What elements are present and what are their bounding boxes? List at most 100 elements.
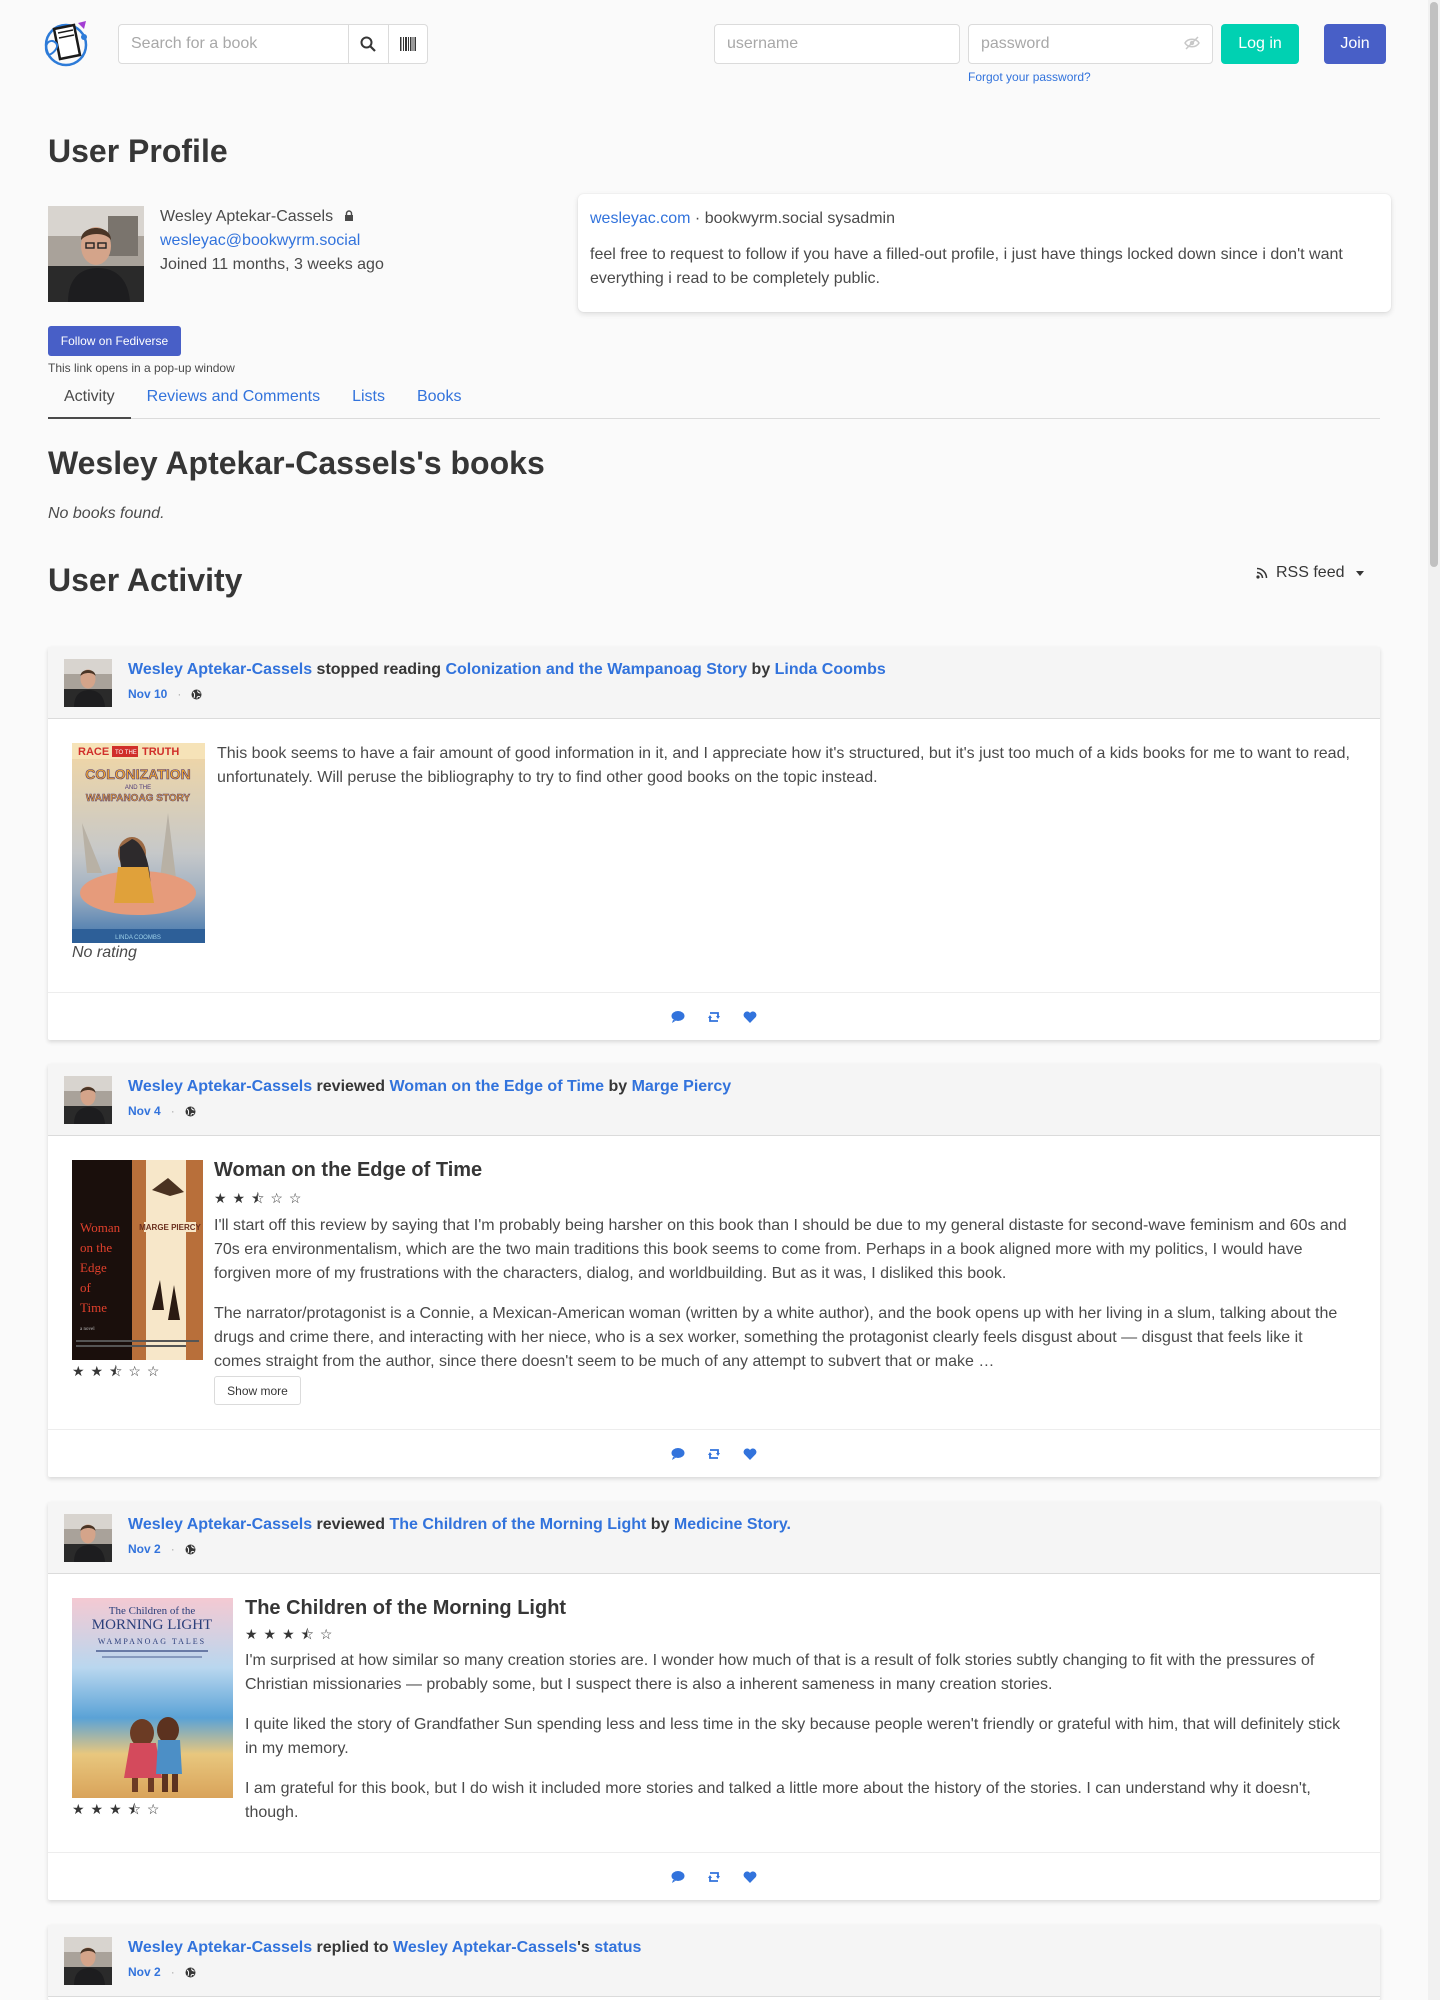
boost-icon[interactable] xyxy=(707,1011,721,1023)
status-user-link[interactable]: Wesley Aptekar-Cassels xyxy=(128,661,312,678)
cover-title-word: Woman xyxy=(80,1220,121,1235)
status-card: Wesley Aptekar-Cassels replied to Wesley… xyxy=(48,1925,1380,2000)
page-scrollbar-thumb[interactable] xyxy=(1430,2,1438,567)
status-user-link[interactable]: Wesley Aptekar-Cassels xyxy=(128,1516,312,1533)
status-verb: replied to xyxy=(312,1939,394,1956)
review-paragraph: I'm surprised at how similar so many cre… xyxy=(245,1652,1315,1693)
status-author-link[interactable]: Marge Piercy xyxy=(632,1078,732,1095)
tab-reviews-and-comments[interactable]: Reviews and Comments xyxy=(131,379,336,419)
user-joined-date: Joined 11 months, 3 weeks ago xyxy=(160,256,384,273)
page-scrollbar[interactable] xyxy=(1428,0,1440,2000)
password-field[interactable] xyxy=(968,24,1213,64)
status-summary: Wesley Aptekar-Cassels stopped reading C… xyxy=(128,661,886,679)
book-search-input[interactable] xyxy=(118,24,349,64)
globe-icon xyxy=(185,1544,196,1554)
status-header: Wesley Aptekar-Cassels reviewed Woman on… xyxy=(48,1064,1380,1136)
show-more-button[interactable]: Show more xyxy=(214,1376,301,1405)
search-icon xyxy=(360,36,377,52)
status-card: Wesley Aptekar-Cassels reviewed The Chil… xyxy=(48,1502,1380,1900)
status-meta: Nov 2 · xyxy=(128,1542,196,1556)
cover-title-word: Edge xyxy=(80,1260,107,1275)
status-user-link[interactable]: Wesley Aptekar-Cassels xyxy=(128,1939,312,1956)
reply-icon[interactable] xyxy=(671,1447,685,1460)
review-paragraph: I quite liked the story of Grandfather S… xyxy=(245,1716,1341,1757)
globe-icon xyxy=(185,1967,196,1977)
reply-icon[interactable] xyxy=(671,1010,685,1023)
status-verb: stopped reading xyxy=(312,661,446,678)
star-rating: ★★★⯪☆ xyxy=(72,1801,166,1817)
avatar[interactable] xyxy=(64,659,112,707)
heart-icon[interactable] xyxy=(743,1010,757,1023)
book-cover-woman-on-the-edge-of-time[interactable]: MARGE PIERCY Woman on the Edge of Time a… xyxy=(72,1160,203,1360)
status-date-link[interactable]: Nov 2 xyxy=(128,1542,161,1556)
username-field[interactable] xyxy=(714,24,960,64)
status-actions xyxy=(48,992,1380,1040)
barcode-scan-button[interactable] xyxy=(388,24,428,64)
status-date-link[interactable]: Nov 10 xyxy=(128,687,167,701)
book-cover-children-of-the-morning-light[interactable]: The Children of the MORNING LIGHT WAMPAN… xyxy=(72,1598,233,1798)
books-section-title: Wesley Aptekar-Cassels's books xyxy=(48,445,545,481)
avatar[interactable] xyxy=(64,1076,112,1124)
join-button[interactable]: Join xyxy=(1324,24,1386,64)
cover-title-word: Time xyxy=(80,1300,107,1315)
status-possessive: 's xyxy=(577,1939,595,1956)
no-books-message: No books found. xyxy=(48,505,165,522)
status-date-link[interactable]: Nov 4 xyxy=(128,1104,161,1118)
boost-icon[interactable] xyxy=(707,1871,721,1883)
tab-books[interactable]: Books xyxy=(401,379,477,419)
status-header: Wesley Aptekar-Cassels stopped reading C… xyxy=(48,647,1380,719)
status-author-link[interactable]: Linda Coombs xyxy=(775,661,886,678)
status-by: by xyxy=(604,1078,632,1095)
login-button[interactable]: Log in xyxy=(1221,24,1299,64)
avatar[interactable] xyxy=(64,1514,112,1562)
boost-icon[interactable] xyxy=(707,1448,721,1460)
cover-title-word: of xyxy=(80,1280,92,1295)
status-card: Wesley Aptekar-Cassels stopped reading C… xyxy=(48,647,1380,1040)
reply-icon[interactable] xyxy=(671,1870,685,1883)
status-author-link[interactable]: Medicine Story. xyxy=(674,1516,791,1533)
page-title: User Profile xyxy=(48,133,228,169)
caret-down-icon xyxy=(1356,570,1365,576)
barcode-icon xyxy=(399,37,416,51)
cover-text-subtitle: WAMPANOAG TALES xyxy=(98,1637,206,1646)
forgot-password-link[interactable]: Forgot your password? xyxy=(968,70,1091,84)
cover-text-author: MARGE PIERCY xyxy=(139,1223,201,1232)
status-date-link[interactable]: Nov 2 xyxy=(128,1965,161,1979)
heart-icon[interactable] xyxy=(743,1870,757,1883)
tab-activity[interactable]: Activity xyxy=(48,379,131,419)
status-user-link[interactable]: Wesley Aptekar-Cassels xyxy=(128,1078,312,1095)
status-summary: Wesley Aptekar-Cassels reviewed Woman on… xyxy=(128,1078,731,1096)
search-button[interactable] xyxy=(349,24,389,64)
bookwyrm-logo-icon[interactable] xyxy=(40,15,96,71)
heart-icon[interactable] xyxy=(743,1447,757,1460)
status-verb: reviewed xyxy=(312,1516,390,1533)
activity-section-title: User Activity xyxy=(48,562,243,598)
review-title: The Children of the Morning Light xyxy=(245,1597,567,1619)
status-book-link[interactable]: Woman on the Edge of Time xyxy=(389,1078,604,1095)
follow-on-fediverse-button[interactable]: Follow on Fediverse xyxy=(48,326,181,356)
avatar[interactable] xyxy=(64,1937,112,1985)
status-actions xyxy=(48,1429,1380,1477)
user-handle-link[interactable]: wesleyac@bookwyrm.social xyxy=(160,232,360,250)
review-body: I'm surprised at how similar so many cre… xyxy=(245,1649,1350,1825)
rss-feed-dropdown[interactable]: RSS feed xyxy=(1256,564,1365,582)
review-title: Woman on the Edge of Time xyxy=(214,1159,483,1181)
status-book-link[interactable]: The Children of the Morning Light xyxy=(389,1516,646,1533)
cover-text-author: LINDA COOMBS xyxy=(115,935,161,941)
popup-note: This link opens in a pop-up window xyxy=(48,361,235,375)
tab-lists[interactable]: Lists xyxy=(336,379,401,419)
user-bio-box: wesleyac.com · bookwyrm.social sysadmin … xyxy=(578,194,1391,312)
rss-feed-label: RSS feed xyxy=(1276,564,1345,581)
status-by: by xyxy=(646,1516,674,1533)
cover-text-title2: MORNING LIGHT xyxy=(92,1617,212,1633)
book-search-form xyxy=(118,24,428,64)
status-target-link[interactable]: status xyxy=(594,1939,641,1956)
meta-separator: · xyxy=(170,1104,175,1118)
star-rating: ★★⯪☆☆ xyxy=(72,1363,166,1379)
book-cover-colonization[interactable]: RACE TO THE TRUTH COLONIZATION AND THE W… xyxy=(72,743,205,943)
status-target-user-link[interactable]: Wesley Aptekar-Cassels xyxy=(393,1939,577,1956)
status-book-link[interactable]: Colonization and the Wampanoag Story xyxy=(445,661,747,678)
bio-website-link[interactable]: wesleyac.com xyxy=(590,210,690,227)
eye-slash-icon[interactable] xyxy=(1184,35,1200,51)
review-paragraph: I'll start off this review by saying tha… xyxy=(214,1217,1347,1282)
